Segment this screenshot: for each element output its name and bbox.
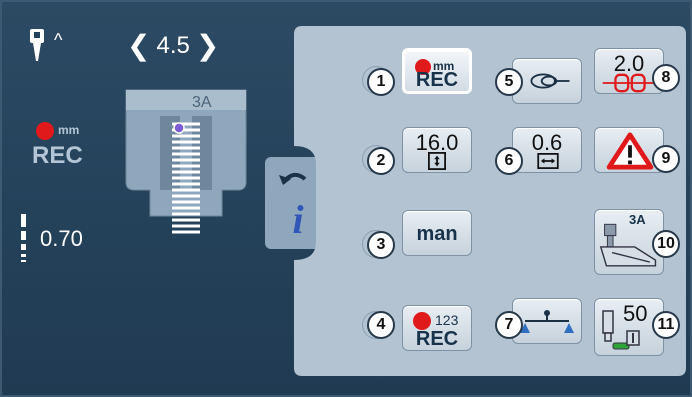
balance-icon [520,310,574,333]
stitch-width-value: 4.5 [156,32,190,59]
marker-3: 3 [367,231,395,259]
rec-pattern-length-button[interactable]: mm REC [402,48,472,94]
buttonhole-loop-icon [530,73,570,89]
rec-label: REC [415,69,459,91]
marker-10: 10 [652,230,680,258]
needle-position-icon[interactable] [26,29,48,61]
pattern-length-button[interactable]: 16.0 [402,127,472,173]
thread-tension-icon [21,214,26,262]
rec-count-unit: 123 [435,312,459,328]
marker-2: 2 [367,147,395,175]
marker-5: 5 [495,68,523,96]
slit-width-button[interactable]: 0.6 [512,127,582,173]
foot-pressure-icon [602,310,640,350]
chevron-right-icon[interactable]: ❯ [196,32,219,60]
marker-7: 7 [495,311,523,339]
manual-label: man [416,223,458,245]
presser-foot-illustration [125,89,247,234]
marker-11: 11 [652,311,680,339]
needle-caret: ^ [54,30,63,50]
tension-value: 0.70 [40,226,83,251]
rec-dot-icon [36,122,54,140]
chevron-left-icon[interactable]: ❮ [127,32,150,60]
rec-stitch-count-button[interactable]: 123 REC [402,305,472,351]
marker-9: 9 [652,145,680,173]
manual-buttonhole-button[interactable]: man [402,210,472,256]
marker-1: 1 [367,68,395,96]
marker-6: 6 [495,147,523,175]
rec-status: mm REC [32,120,92,169]
rec-unit: mm [58,123,80,137]
slit-width-icon [537,153,559,169]
marker-8: 8 [652,64,680,92]
stitch-width-control[interactable]: ❮ 4.5 ❯ [127,32,219,60]
warning-icon [606,132,654,170]
bartack-width-icon [602,73,658,93]
marker-4: 4 [367,311,395,339]
rec-label: REC [415,328,459,350]
sewing-machine-screen: ^ ❮ 4.5 ❯ mm REC 0.70 3A i mm REC 1 16.0… [0,0,692,397]
foot-label: 3A [192,94,212,111]
rec-label: REC [32,142,83,169]
pattern-length-icon [428,152,446,170]
